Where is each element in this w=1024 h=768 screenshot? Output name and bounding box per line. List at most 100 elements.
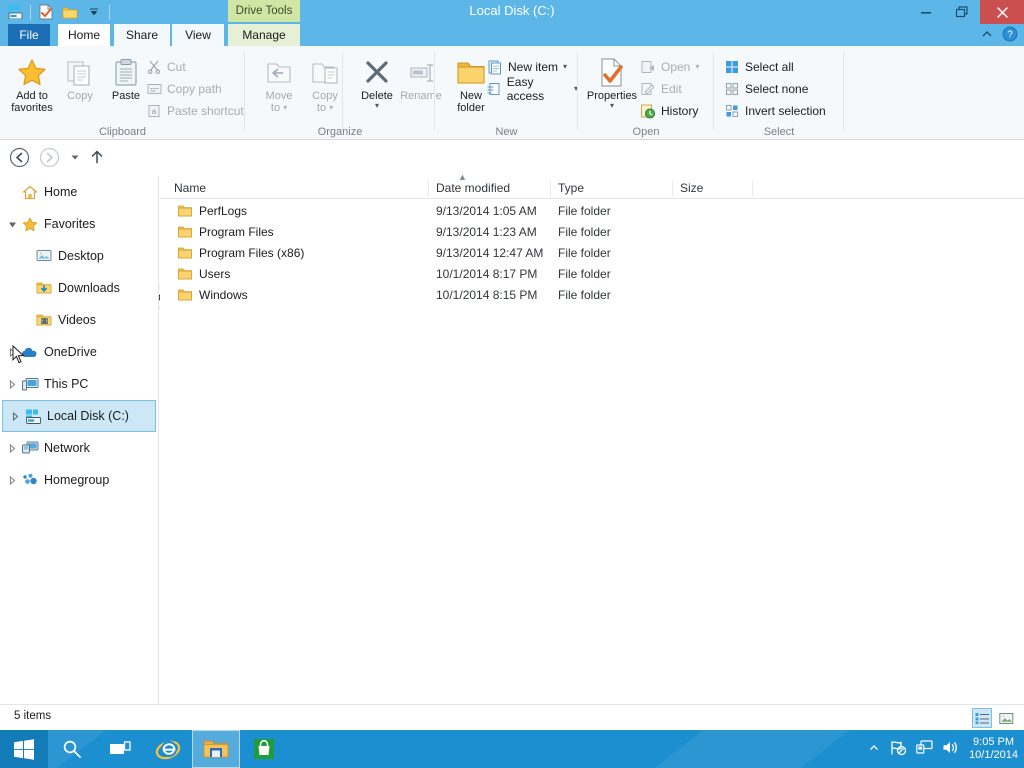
minimize-ribbon-icon[interactable] [980,27,994,44]
file-type: File folder [558,287,611,302]
volume-icon[interactable] [942,740,960,758]
table-row[interactable]: Users 10/1/2014 8:17 PM File folder [160,263,1024,284]
system-tray: 9:05 PM 10/1/2014 [868,730,1018,768]
search-taskbar-button[interactable] [48,730,96,768]
table-row[interactable]: PerfLogs 9/13/2014 1:05 AM File folder [160,200,1024,221]
select-all-button[interactable]: Select all [724,56,826,78]
table-row[interactable]: Program Files 9/13/2014 1:23 AM File fol… [160,221,1024,242]
table-row[interactable]: Program Files (x86) 9/13/2014 12:47 AM F… [160,242,1024,263]
invert-selection-button[interactable]: Invert selection [724,100,826,122]
copy-path-button[interactable]: Copy path [146,78,244,100]
sidebar-item-local-disk-c[interactable]: Local Disk (C:) [2,400,156,432]
properties-chevron-icon[interactable]: ▾ [610,102,614,110]
sidebar-item-homegroup[interactable]: Homegroup [0,464,158,496]
tab-manage[interactable]: Manage [228,24,300,46]
expander-open-icon[interactable] [4,220,20,229]
copy-to-button[interactable]: Copy to ▾ [297,50,353,114]
file-date: 10/1/2014 8:17 PM [436,266,538,281]
sidebar-item-home[interactable]: Home [0,176,158,208]
open-button[interactable]: Open ▾ [640,56,699,78]
tab-file[interactable]: File [8,24,50,46]
help-icon[interactable]: ? [1002,26,1018,45]
properties-large-icon [597,56,627,90]
move-to-chevron-icon[interactable]: ▾ [283,104,287,112]
edit-button[interactable]: Edit [640,78,699,100]
details-view-button[interactable] [972,708,992,728]
clock[interactable]: 9:05 PM 10/1/2014 [969,736,1018,762]
select-none-button[interactable]: Select none [724,78,826,100]
column-divider-4[interactable] [752,181,753,196]
sidebar-item-network[interactable]: Network [0,432,158,464]
sidebar-label: Network [44,441,90,455]
file-name: Program Files (x86) [199,245,305,260]
column-divider-2[interactable] [550,181,551,196]
sidebar-label: Desktop [58,249,104,263]
task-view-button[interactable] [96,730,144,768]
column-divider-1[interactable] [428,181,429,196]
easy-access-button[interactable]: Easy access ▾ [487,75,578,103]
new-item-chevron-icon[interactable]: ▾ [563,63,567,71]
file-date: 10/1/2014 8:15 PM [436,287,538,302]
recent-locations-button[interactable] [64,146,86,168]
edit-label: Edit [661,82,682,96]
sidebar-label: Home [44,185,78,199]
open-chevron-icon[interactable]: ▾ [695,63,699,71]
column-header-name[interactable]: Name [174,181,206,195]
column-header-type[interactable]: Type [558,181,584,195]
sidebar-item-desktop[interactable]: Desktop [0,240,158,272]
copy-to-chevron-icon[interactable]: ▾ [329,104,333,112]
paste-shortcut-button[interactable]: a Paste shortcut [146,100,244,122]
up-button[interactable] [86,146,108,168]
easy-access-label: Easy access [506,75,545,103]
column-divider-3[interactable] [672,181,673,196]
new-item-label: New item [508,60,559,74]
sidebar-item-this-pc[interactable]: This PC [0,368,158,400]
store-button[interactable] [240,730,288,768]
cut-button[interactable]: Cut [146,56,244,78]
copy-to-icon [310,56,340,90]
folder-icon [178,226,192,238]
action-center-icon[interactable] [889,740,907,759]
file-explorer-window: Local Disk (C:) Drive Tools File Home Sh… [0,0,1024,768]
close-button[interactable] [980,0,1024,24]
large-icons-view-button[interactable] [996,708,1016,728]
column-header-size[interactable]: Size [680,181,703,195]
expander-closed-icon[interactable] [4,347,20,357]
file-explorer-button[interactable] [192,730,240,768]
start-button[interactable] [0,730,48,768]
open-group-label: Open [632,126,660,138]
tab-home[interactable]: Home [58,24,110,46]
expander-closed-icon[interactable] [4,443,20,453]
window-title: Local Disk (C:) [469,3,555,18]
expander-closed-icon[interactable] [4,379,20,389]
sidebar-item-videos[interactable]: Videos [0,304,158,336]
drive-icon [23,409,43,424]
sidebar-item-favorites[interactable]: Favorites [0,208,158,240]
expander-closed-icon[interactable] [4,475,20,485]
properties-button[interactable]: Properties ▾ [584,50,640,110]
open-label: Open [661,60,691,74]
file-date: 9/13/2014 1:05 AM [436,203,537,218]
minimize-button[interactable] [908,0,944,24]
network-tray-icon[interactable] [916,740,933,758]
restore-button[interactable] [944,0,980,24]
internet-explorer-button[interactable] [144,730,192,768]
invert-selection-icon [724,103,740,119]
forward-button[interactable] [38,146,60,168]
history-button[interactable]: History [640,100,699,122]
group-divider-5 [843,52,844,130]
expander-closed-icon[interactable] [7,411,23,421]
sidebar-item-onedrive[interactable]: OneDrive [0,336,158,368]
sidebar-label: Videos [58,313,96,327]
back-button[interactable] [8,146,30,168]
table-row[interactable]: Windows 10/1/2014 8:15 PM File folder [160,284,1024,305]
folder-icon [178,289,192,301]
file-type: File folder [558,245,611,260]
sidebar-item-downloads[interactable]: Downloads [0,272,158,304]
tab-share[interactable]: Share [114,24,170,46]
delete-chevron-icon[interactable]: ▾ [375,102,379,110]
history-icon [640,103,656,119]
show-hidden-icons-button[interactable] [868,742,880,757]
tab-view[interactable]: View [172,24,224,46]
column-header-date-modified[interactable]: Date modified [436,181,510,195]
